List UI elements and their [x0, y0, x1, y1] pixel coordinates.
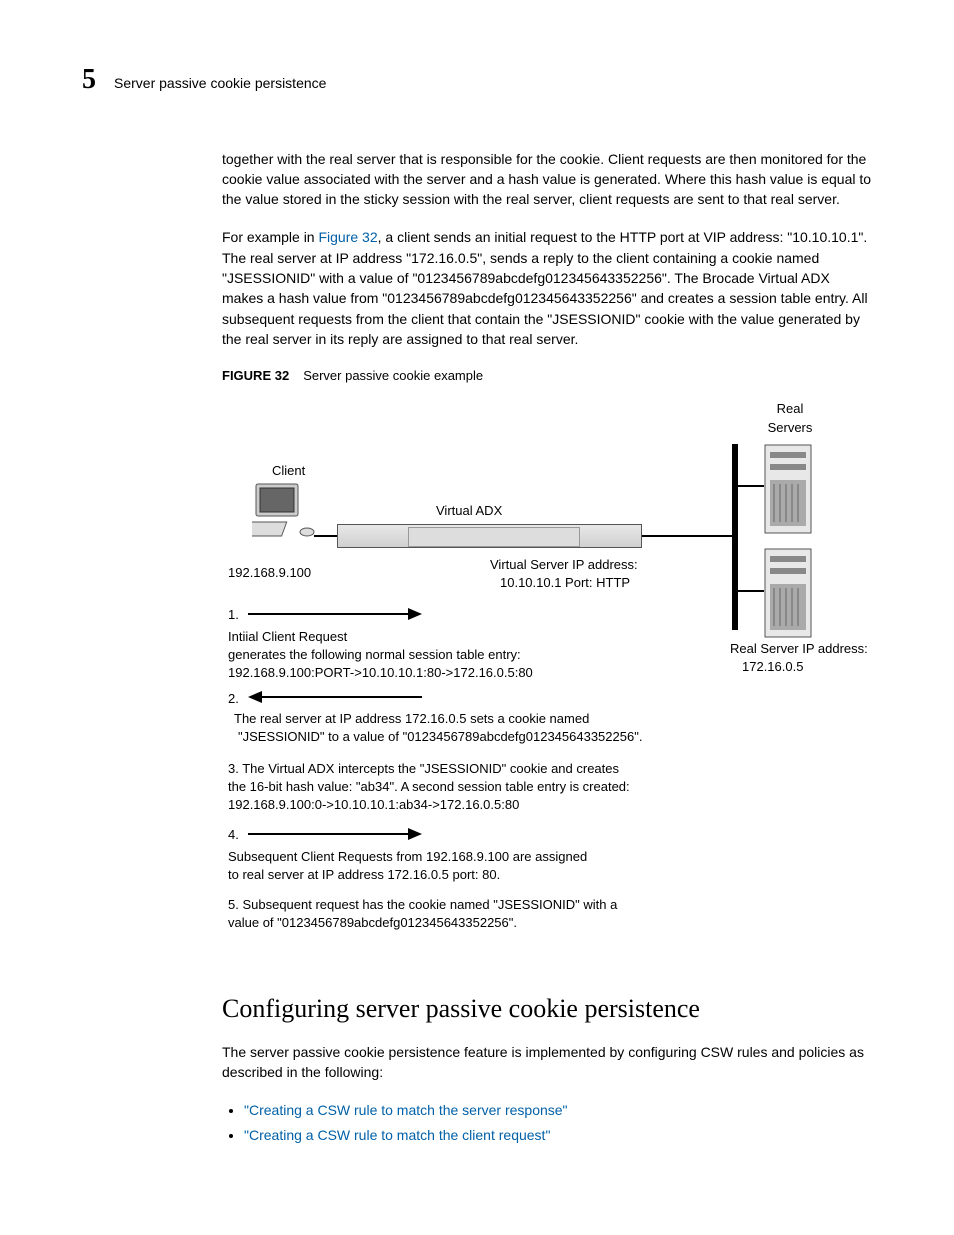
vip-label-line2: 10.10.10.1 Port: HTTP: [500, 574, 630, 593]
section-heading: Configuring server passive cookie persis…: [222, 990, 872, 1028]
virtual-adx-label: Virtual ADX: [436, 502, 502, 521]
step-3-line-a: 3. The Virtual ADX intercepts the "JSESS…: [228, 760, 619, 779]
chapter-title: Server passive cookie persistence: [114, 73, 326, 93]
server-rack-icon: [764, 444, 812, 534]
step-1-number: 1.: [228, 606, 239, 625]
figure-caption: FIGURE 32 Server passive cookie example: [222, 367, 872, 386]
arrow-left-icon: [248, 691, 262, 703]
step-4-line-a: Subsequent Client Requests from 192.168.…: [228, 848, 587, 867]
figure-title: Server passive cookie example: [303, 368, 483, 383]
step-2-number: 2.: [228, 690, 239, 709]
page: 5 Server passive cookie persistence toge…: [0, 0, 954, 1235]
arrow-line: [248, 833, 408, 835]
arrow-right-icon: [408, 828, 422, 840]
step-5-line-a: 5. Subsequent request has the cookie nam…: [228, 896, 617, 915]
csw-rule-request-link[interactable]: "Creating a CSW rule to match the client…: [244, 1127, 550, 1143]
step-1-line-b: generates the following normal session t…: [228, 646, 521, 665]
paragraph-1: together with the real server that is re…: [222, 149, 872, 210]
vip-label-line1: Virtual Server IP address:: [490, 556, 638, 575]
real-servers-label: Real Servers: [750, 400, 830, 438]
list-item: "Creating a CSW rule to match the client…: [244, 1125, 872, 1145]
connector-line: [642, 535, 734, 537]
step-2-line-a: The real server at IP address 172.16.0.5…: [234, 710, 589, 729]
link-list: "Creating a CSW rule to match the server…: [222, 1100, 872, 1145]
list-item: "Creating a CSW rule to match the server…: [244, 1100, 872, 1120]
paragraph-2: For example in Figure 32, a client sends…: [222, 227, 872, 349]
real-server-ip-label-2: 172.16.0.5: [742, 658, 803, 677]
client-ip-label: 192.168.9.100: [228, 564, 311, 583]
step-2-line-b: "JSESSIONID" to a value of "0123456789ab…: [238, 728, 642, 747]
paragraph-2-rest: , a client sends an initial request to t…: [222, 229, 868, 346]
backbone-line: [732, 444, 738, 630]
page-header: 5 Server passive cookie persistence: [82, 60, 872, 101]
step-5-line-b: value of "0123456789abcdefg0123456433522…: [228, 914, 517, 933]
step-4-number: 4.: [228, 826, 239, 845]
step-4-line-b: to real server at IP address 172.16.0.5 …: [228, 866, 500, 885]
arrow-line: [262, 696, 422, 698]
connector-line: [314, 535, 338, 537]
figure-32-diagram: Real Servers Client Virtual ADX: [222, 400, 882, 960]
chapter-number: 5: [82, 60, 96, 101]
virtual-adx-icon: [337, 524, 642, 548]
client-label: Client: [272, 462, 305, 481]
body-column: together with the real server that is re…: [222, 149, 872, 1145]
connector-line: [738, 590, 764, 592]
figure-number: FIGURE 32: [222, 368, 289, 383]
section-intro: The server passive cookie persistence fe…: [222, 1042, 872, 1083]
figure-ref-link[interactable]: Figure 32: [318, 229, 377, 245]
step-3-line-c: 192.168.9.100:0->10.10.10.1:ab34->172.16…: [228, 796, 519, 815]
connector-line: [738, 485, 764, 487]
csw-rule-response-link[interactable]: "Creating a CSW rule to match the server…: [244, 1102, 568, 1118]
real-server-ip-label-1: Real Server IP address:: [730, 640, 868, 659]
step-3-line-b: the 16-bit hash value: "ab34". A second …: [228, 778, 630, 797]
server-rack-icon: [764, 548, 812, 638]
step-1-line-a: Intiial Client Request: [228, 628, 347, 647]
arrow-right-icon: [408, 608, 422, 620]
client-computer-icon: [252, 480, 316, 544]
arrow-line: [248, 613, 408, 615]
paragraph-2-lead: For example in: [222, 229, 318, 245]
step-1-line-c: 192.168.9.100:PORT->10.10.10.1:80->172.1…: [228, 664, 533, 683]
